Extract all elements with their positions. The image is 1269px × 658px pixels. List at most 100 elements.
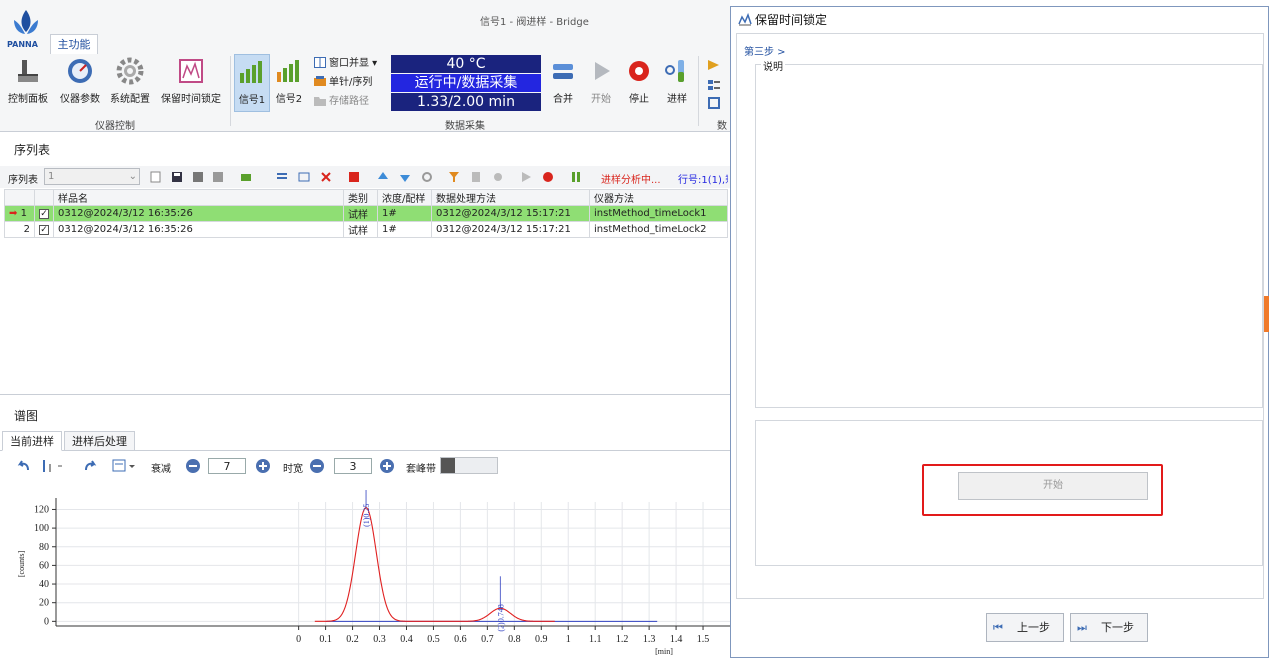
y-tick-label: 100: [34, 523, 49, 534]
storage-path-item[interactable]: 存储路径: [314, 94, 369, 110]
col-type[interactable]: 类别: [343, 189, 378, 206]
scroll-accent: [1264, 296, 1269, 332]
row-checkbox[interactable]: ✓: [34, 205, 54, 222]
tab-main[interactable]: 主功能: [50, 34, 98, 54]
time-width-input[interactable]: 3: [334, 458, 372, 474]
row-instrument[interactable]: instMethod_timeLock1: [589, 205, 728, 222]
tab-post-processing[interactable]: 进样后处理: [64, 431, 135, 451]
signal-series: [314, 507, 555, 622]
ribbon-separator: [230, 56, 231, 126]
time-width-plus-button[interactable]: [380, 459, 394, 473]
move-down-icon[interactable]: [399, 171, 411, 183]
clear-icon[interactable]: [348, 171, 360, 183]
record-icon[interactable]: [542, 171, 554, 183]
append-row-icon[interactable]: [298, 171, 310, 183]
tab-current-injection[interactable]: 当前进样: [2, 431, 62, 451]
skip-back-icon: ⏮: [993, 621, 1003, 634]
table-row[interactable]: 2 ✓ 0312@2024/3/12 16:35:26 试样 1# 0312@2…: [4, 221, 728, 238]
x-tick-label: 0.6: [454, 634, 467, 645]
sequence-selector[interactable]: 1 ⌄: [44, 168, 140, 185]
gauge-icon: [65, 56, 95, 86]
attenuation-input[interactable]: 7: [208, 458, 246, 474]
delete-row-icon[interactable]: [320, 171, 332, 183]
row-process[interactable]: 0312@2024/3/12 15:17:21: [431, 205, 590, 222]
layout-dropdown-icon[interactable]: [112, 458, 138, 474]
data-menu-icon[interactable]: [707, 58, 721, 72]
row-type[interactable]: 试样: [343, 221, 378, 238]
prev-step-button[interactable]: ⏮ 上一步: [986, 613, 1064, 642]
attenuation-minus-button[interactable]: [186, 459, 200, 473]
merge-button[interactable]: 合并: [548, 56, 578, 105]
start-run-button[interactable]: 开始: [586, 56, 616, 105]
import-icon[interactable]: [240, 171, 252, 183]
row-checkbox[interactable]: ✓: [34, 221, 54, 238]
description-label: 说明: [761, 58, 785, 73]
col-sample[interactable]: 样品名: [53, 189, 344, 206]
refresh-icon[interactable]: [421, 171, 433, 183]
col-conc[interactable]: 浓度/配样: [377, 189, 432, 206]
attenuation-plus-button[interactable]: [256, 459, 270, 473]
peak-band-toggle[interactable]: [440, 457, 498, 474]
stop-run-button[interactable]: 停止: [624, 56, 654, 105]
peak-band-label: 套峰带: [406, 464, 436, 475]
stop-run-label: 停止: [629, 94, 649, 105]
y-tick-label: 120: [34, 504, 49, 515]
window-tile-item[interactable]: 窗口并显 ▾: [314, 56, 377, 72]
control-panel-button[interactable]: 控制面板: [6, 56, 50, 105]
list-menu-icon[interactable]: [707, 78, 721, 92]
step-indicator: 第三步 >: [744, 47, 786, 58]
skip-forward-icon: ⏭: [1077, 621, 1087, 634]
x-tick-label: 1: [566, 634, 571, 645]
row-instrument[interactable]: instMethod_timeLock2: [589, 221, 728, 238]
signal2-button[interactable]: 信号2: [272, 56, 306, 105]
row-conc[interactable]: 1#: [377, 221, 432, 238]
time-width-minus-button[interactable]: [310, 459, 324, 473]
x-tick-label: 1.1: [589, 634, 602, 645]
row-process[interactable]: 0312@2024/3/12 15:17:21: [431, 221, 590, 238]
square-menu-icon[interactable]: [707, 96, 721, 110]
run-status-display: 运行中/数据采集: [391, 74, 541, 92]
system-config-label: 系统配置: [110, 94, 150, 105]
move-up-icon[interactable]: [377, 171, 389, 183]
gear-icon: [115, 56, 145, 86]
system-config-button[interactable]: 系统配置: [108, 56, 152, 105]
col-process[interactable]: 数据处理方法: [431, 189, 590, 206]
retention-lock-button[interactable]: 保留时间锁定: [160, 56, 222, 105]
x-tick-label: 0.8: [508, 634, 521, 645]
new-icon[interactable]: [150, 171, 162, 183]
undo-icon[interactable]: [16, 458, 32, 474]
signal1-button[interactable]: 信号1: [234, 54, 270, 112]
single-sequence-item[interactable]: 单针/序列: [314, 75, 372, 91]
row-sample[interactable]: 0312@2024/3/12 16:35:26: [53, 221, 344, 238]
run-sequence-icon[interactable]: [520, 171, 532, 183]
panna-logo: PANNA: [6, 6, 46, 52]
filter-icon[interactable]: [448, 171, 460, 183]
merge-label: 合并: [553, 94, 573, 105]
inject-button[interactable]: 进样: [662, 56, 692, 105]
peak-label: (2)0.748: [496, 604, 505, 631]
x-tick-label: 0.5: [427, 634, 440, 645]
row-sample[interactable]: 0312@2024/3/12 16:35:26: [53, 205, 344, 222]
export-icon[interactable]: [212, 171, 224, 183]
time-width-label: 时宽: [283, 464, 303, 475]
x-tick-label: 1.3: [643, 634, 656, 645]
save-icon[interactable]: [171, 171, 183, 183]
settings-icon[interactable]: [492, 171, 504, 183]
next-step-button[interactable]: ⏭ 下一步: [1070, 613, 1148, 642]
insert-row-icon[interactable]: [276, 171, 288, 183]
row-type[interactable]: 试样: [343, 205, 378, 222]
redo-icon[interactable]: [82, 458, 98, 474]
x-axis-label: [min]: [655, 647, 673, 656]
row-conc[interactable]: 1#: [377, 205, 432, 222]
chevron-down-icon: ⌄: [128, 171, 137, 182]
table-row[interactable]: ➡ 1 ✓ 0312@2024/3/12 16:35:26 试样 1# 0312…: [4, 205, 728, 222]
peak-marker-icon[interactable]: [40, 458, 64, 474]
x-tick-label: 0.3: [373, 634, 386, 645]
report-icon[interactable]: [470, 171, 482, 183]
x-tick-label: 0.7: [481, 634, 494, 645]
col-instrument[interactable]: 仪器方法: [589, 189, 728, 206]
instrument-params-button[interactable]: 仪器参数: [58, 56, 102, 105]
save-all-icon[interactable]: [192, 171, 204, 183]
pause-icon[interactable]: [570, 171, 582, 183]
sequence-running-status: 进样分析中...: [601, 175, 661, 186]
